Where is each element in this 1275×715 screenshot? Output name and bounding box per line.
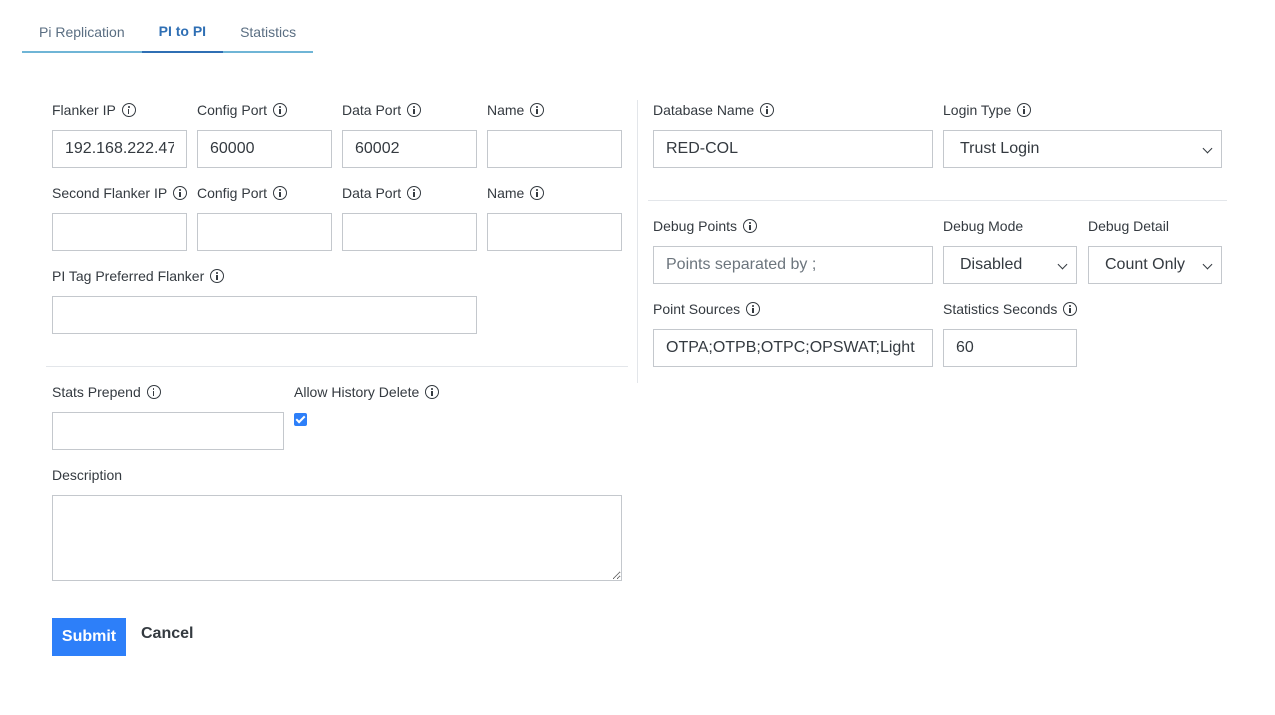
second-flanker-ip-label: Second Flanker IP	[52, 184, 188, 202]
divider	[46, 366, 628, 367]
info-icon[interactable]	[407, 103, 422, 117]
name-input[interactable]	[487, 130, 622, 168]
point-sources-input[interactable]	[653, 329, 933, 367]
config-port-2-label: Config Port	[197, 184, 288, 202]
debug-mode-label: Debug Mode	[943, 218, 1024, 234]
data-port-2-input[interactable]	[342, 213, 477, 251]
tab-bar: Pi Replication PI to PI Statistics	[22, 14, 314, 53]
data-port-label: Data Port	[342, 101, 422, 119]
stats-prepend-input[interactable]	[52, 412, 284, 450]
info-icon[interactable]	[273, 186, 288, 200]
name-2-input[interactable]	[487, 213, 622, 251]
statistics-seconds-input[interactable]	[943, 329, 1077, 367]
debug-points-input[interactable]	[653, 246, 933, 284]
data-port-input[interactable]	[342, 130, 477, 168]
divider	[648, 200, 1227, 201]
config-port-input[interactable]	[197, 130, 332, 168]
tab-pi-to-pi[interactable]: PI to PI	[141, 14, 224, 53]
cancel-button[interactable]: Cancel	[141, 625, 193, 643]
second-flanker-ip-input[interactable]	[52, 213, 187, 251]
info-icon[interactable]	[273, 103, 288, 117]
info-icon[interactable]	[173, 186, 188, 200]
info-icon[interactable]	[407, 186, 422, 200]
chevron-down-icon	[1202, 259, 1213, 270]
chevron-down-icon	[1202, 143, 1213, 154]
config-port-2-input[interactable]	[197, 213, 332, 251]
debug-points-label: Debug Points	[653, 217, 758, 235]
column-divider	[637, 100, 638, 383]
info-icon[interactable]	[1017, 103, 1032, 117]
config-port-label: Config Port	[197, 101, 288, 119]
flanker-ip-input[interactable]	[52, 130, 187, 168]
statistics-seconds-label: Statistics Seconds	[943, 300, 1078, 318]
info-icon[interactable]	[743, 219, 758, 233]
info-icon[interactable]	[1063, 302, 1078, 316]
tab-pi-replication[interactable]: Pi Replication	[22, 14, 142, 53]
info-icon[interactable]	[746, 302, 761, 316]
login-type-label: Login Type	[943, 101, 1032, 119]
debug-mode-select[interactable]: Disabled	[943, 246, 1077, 284]
debug-detail-label: Debug Detail	[1088, 218, 1169, 234]
submit-button[interactable]: Submit	[52, 618, 126, 656]
name-label: Name	[487, 101, 545, 119]
info-icon[interactable]	[530, 186, 545, 200]
flanker-ip-label: Flanker IP	[52, 101, 136, 119]
info-icon[interactable]	[146, 385, 161, 399]
description-textarea[interactable]	[52, 495, 622, 581]
allow-history-delete-checkbox[interactable]	[294, 413, 307, 426]
description-label: Description	[52, 467, 123, 483]
pi-tag-preferred-flanker-input[interactable]	[52, 296, 477, 334]
chevron-down-icon	[1057, 259, 1068, 270]
pi-tag-preferred-flanker-label: PI Tag Preferred Flanker	[52, 267, 225, 285]
info-icon[interactable]	[121, 103, 136, 117]
info-icon[interactable]	[425, 385, 440, 399]
tab-statistics[interactable]: Statistics	[223, 14, 314, 53]
database-name-input[interactable]	[653, 130, 933, 168]
info-icon[interactable]	[760, 103, 775, 117]
name-2-label: Name	[487, 184, 545, 202]
data-port-2-label: Data Port	[342, 184, 422, 202]
info-icon[interactable]	[210, 269, 225, 283]
database-name-label: Database Name	[653, 101, 775, 119]
point-sources-label: Point Sources	[653, 300, 761, 318]
info-icon[interactable]	[530, 103, 545, 117]
allow-history-delete-label: Allow History Delete	[294, 383, 440, 401]
debug-detail-select[interactable]: Count Only	[1088, 246, 1222, 284]
stats-prepend-label: Stats Prepend	[52, 383, 161, 401]
login-type-select[interactable]: Trust Login	[943, 130, 1222, 168]
